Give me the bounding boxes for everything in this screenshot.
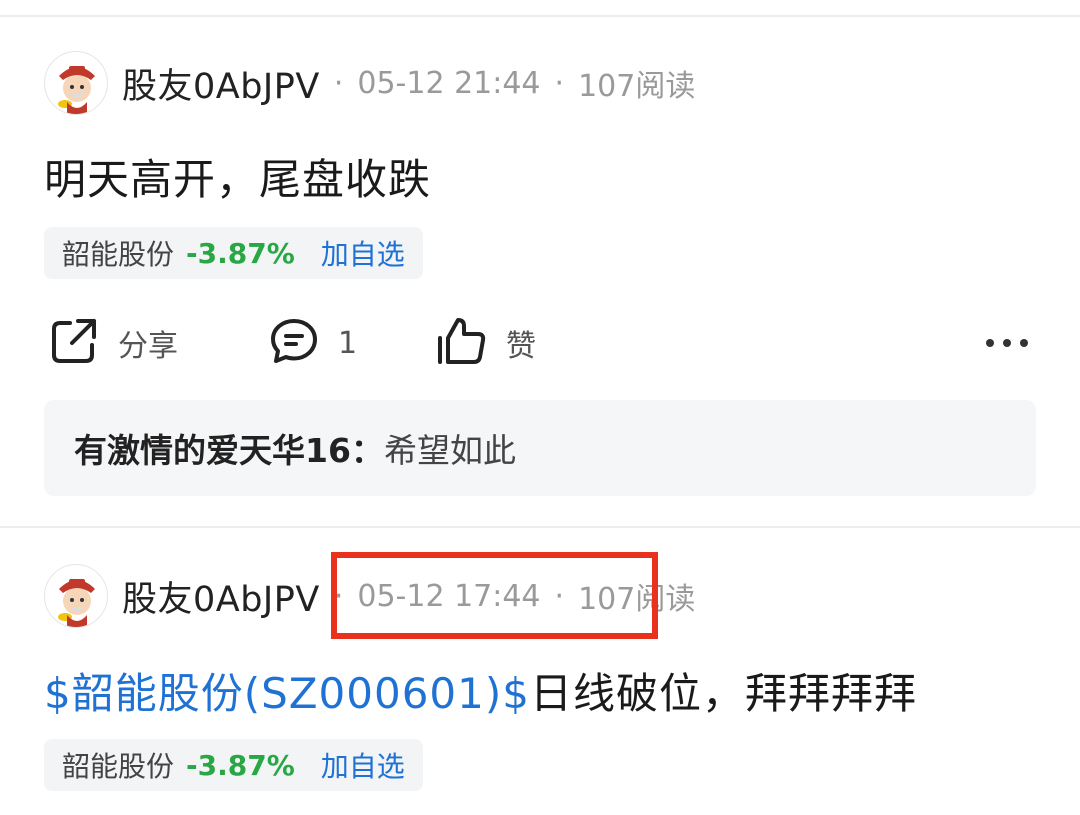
post-content[interactable]: 明天高开，尾盘收跌 [44,146,431,207]
more-icon [984,334,1030,353]
stock-name[interactable]: 韶能股份 [62,233,174,273]
read-count: 107阅读 [578,69,696,104]
user-avatar[interactable] [44,564,108,628]
post-header: 股友0AbJPV · 05-12 21:44 · 107阅读 [44,50,695,116]
share-label: 分享 [118,329,178,364]
meta-separator: · [554,65,565,101]
share-icon [48,315,100,371]
add-watchlist-button[interactable]: 加自选 [321,233,405,273]
meta-separator: · [333,65,344,101]
comment-author[interactable]: 有激情的爱天华16： [74,424,384,472]
action-bar: 分享 1 赞 [44,313,1036,373]
share-button[interactable]: 分享 [48,313,178,373]
post-divider [0,526,1080,528]
post-text: 日线破位，拜拜拜拜 [529,669,917,718]
username[interactable]: 股友0AbJPV [122,571,320,622]
comment-button[interactable]: 1 [268,313,357,373]
user-avatar[interactable] [44,51,108,115]
post-content[interactable]: $韶能股份(SZ000601)$日线破位，拜拜拜拜 [44,660,917,721]
stock-chip[interactable]: 韶能股份 -3.87% 加自选 [44,227,423,279]
stock-chip[interactable]: 韶能股份 -3.87% 加自选 [44,739,423,791]
stock-link[interactable]: $韶能股份(SZ000601)$ [44,669,530,718]
post-time: 05-12 21:44 [357,65,541,101]
comment-count: 1 [338,325,358,361]
highlight-box [331,552,658,639]
comment-text: 希望如此 [383,431,516,470]
username[interactable]: 股友0AbJPV [122,58,320,109]
post-text: 明天高开，尾盘收跌 [44,155,432,204]
like-button[interactable]: 赞 [434,313,536,373]
top-divider [0,15,1080,17]
stock-change: -3.87% [186,748,295,782]
like-label: 赞 [506,329,536,364]
comment-icon [268,315,320,371]
more-button[interactable] [984,313,1030,373]
stock-name[interactable]: 韶能股份 [62,745,174,785]
comment-preview[interactable]: 有激情的爱天华16： 希望如此 [44,400,1036,496]
add-watchlist-button[interactable]: 加自选 [321,745,405,785]
stock-change: -3.87% [186,236,295,270]
like-icon [434,314,488,372]
